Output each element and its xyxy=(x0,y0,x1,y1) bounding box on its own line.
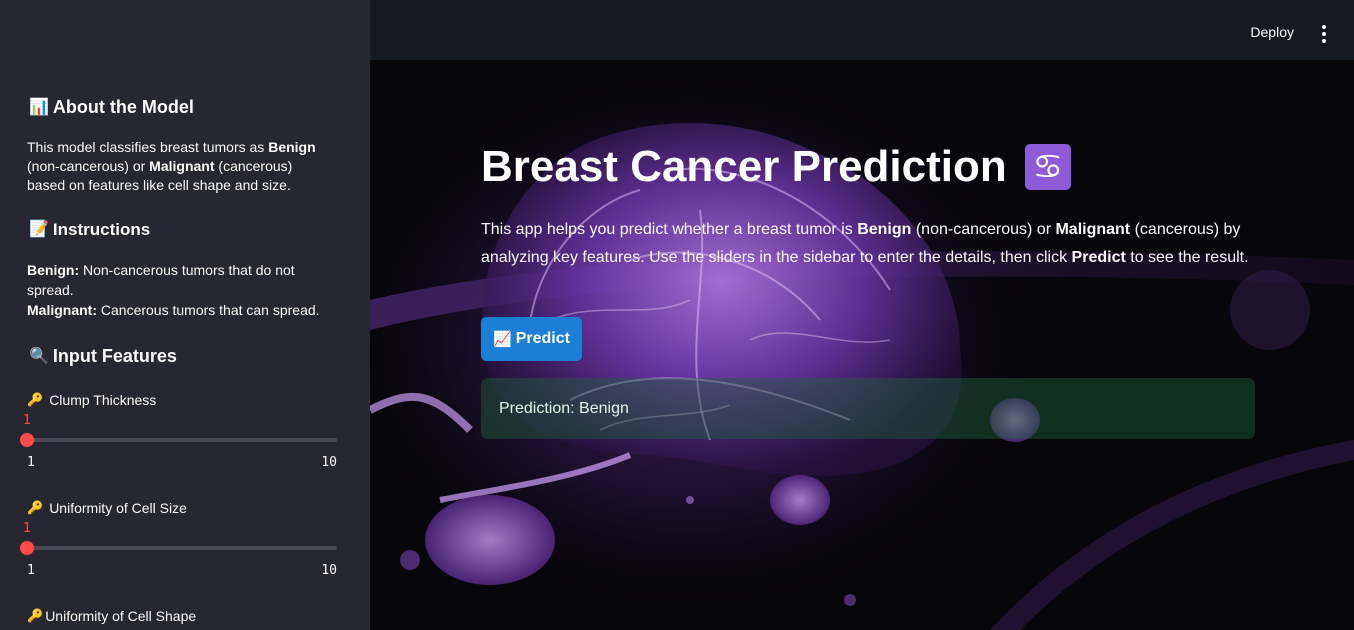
magnifier-icon: 🔍 xyxy=(29,347,49,365)
slider-track[interactable] xyxy=(20,541,337,555)
slider-current-value: 1 xyxy=(23,413,31,428)
bar-chart-icon: 📊 xyxy=(29,98,49,116)
main-content: Breast Cancer Prediction ♋ This app help… xyxy=(370,60,1354,630)
instructions-title: Instructions xyxy=(52,220,151,239)
about-model-heading: 📊 About the Model xyxy=(29,97,194,118)
clump-thickness-slider[interactable]: 🔑 Clump Thickness 1 1 10 xyxy=(20,391,337,470)
slider-max-label: 10 xyxy=(321,563,337,578)
app-description: This app helps you predict whether a bre… xyxy=(481,221,1249,266)
instructions-heading: 📝 Instructions xyxy=(29,220,150,240)
slider-thumb[interactable] xyxy=(20,541,34,555)
memo-icon: 📝 xyxy=(29,221,49,238)
slider-label: 🔑 Clump Thickness xyxy=(27,392,157,408)
key-icon: 🔑 xyxy=(27,608,44,623)
key-icon: 🔑 xyxy=(27,500,44,515)
uniformity-cell-shape-slider[interactable]: 🔑 Uniformity of Cell Shape xyxy=(27,607,337,625)
about-model-title: About the Model xyxy=(52,97,194,117)
input-features-heading: 🔍 Input Features xyxy=(29,346,177,367)
instructions-text: Benign: Non-cancerous tumors that do not… xyxy=(27,262,320,318)
app-header: Deploy xyxy=(370,0,1354,60)
slider-label: 🔑 Uniformity of Cell Shape xyxy=(27,608,197,624)
input-features-title: Input Features xyxy=(52,346,177,366)
key-icon: 🔑 xyxy=(27,392,44,407)
uniformity-cell-size-slider[interactable]: 🔑 Uniformity of Cell Size 1 1 10 xyxy=(20,499,337,578)
sidebar: 📊 About the Model This model classifies … xyxy=(0,0,370,630)
deploy-button[interactable]: Deploy xyxy=(1250,24,1294,40)
prediction-result-text: Prediction: Benign xyxy=(499,399,629,417)
slider-track[interactable] xyxy=(20,433,337,447)
slider-min-label: 1 xyxy=(27,563,35,578)
prediction-result-alert: Prediction: Benign xyxy=(481,378,1255,439)
slider-min-label: 1 xyxy=(27,455,35,470)
slider-label: 🔑 Uniformity of Cell Size xyxy=(27,500,187,516)
slider-current-value: 1 xyxy=(23,521,31,536)
slider-max-label: 10 xyxy=(321,455,337,470)
cancer-zodiac-icon: ♋ xyxy=(1024,144,1071,190)
page-title: Breast Cancer Prediction ♋ xyxy=(481,142,1071,192)
chart-increasing-icon: 📈 xyxy=(493,331,512,348)
about-model-text: This model classifies breast tumors as B… xyxy=(27,139,316,193)
slider-thumb[interactable] xyxy=(20,433,34,447)
predict-button[interactable]: 📈 Predict xyxy=(481,317,582,361)
more-vertical-icon[interactable] xyxy=(1318,25,1330,43)
